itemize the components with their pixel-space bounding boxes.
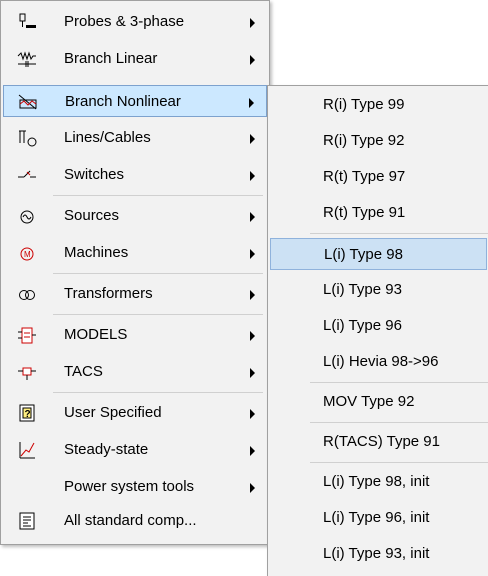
- menu-item-switches[interactable]: Switches: [3, 159, 267, 191]
- submenu-item-label: L(i) Type 96, init: [323, 509, 430, 526]
- submenu-arrow-icon: [250, 409, 255, 419]
- menu-item-transformers[interactable]: Transformers: [3, 278, 267, 310]
- lines-cables-icon: [19, 130, 37, 147]
- submenu-item-label: L(i) Type 98, init: [323, 473, 430, 490]
- steady-state-icon: [19, 442, 35, 459]
- submenu-item-ri-type-99[interactable]: R(i) Type 99: [270, 89, 487, 121]
- user-specified-icon: ?: [19, 404, 35, 422]
- submenu-item-label: L(i) Type 96: [323, 317, 402, 334]
- menu-item-lines-cables[interactable]: Lines/Cables: [3, 122, 267, 154]
- submenu-item-li-type-96-init[interactable]: L(i) Type 96, init: [270, 502, 487, 534]
- menu-item-label: Branch Linear: [64, 50, 158, 67]
- submenu-item-rtacs-type-91[interactable]: R(TACS) Type 91: [270, 426, 487, 458]
- menu-item-label: Probes & 3-phase: [64, 13, 185, 30]
- machine-icon: M: [20, 247, 34, 261]
- submenu-item-label: L(i) Type 98: [324, 246, 403, 263]
- menu-item-label: Lines/Cables: [64, 129, 151, 146]
- menu-item-power-system-tools[interactable]: Power system tools: [3, 471, 267, 503]
- branch-nonlinear-submenu: R(i) Type 99 R(i) Type 92 R(t) Type 97 R…: [267, 85, 488, 576]
- source-icon: [20, 210, 34, 224]
- menu-item-label: Branch Nonlinear: [65, 93, 181, 110]
- menu-separator: [310, 462, 488, 463]
- menu-separator: [53, 314, 263, 315]
- svg-text:M: M: [24, 250, 31, 259]
- all-components-icon: [19, 512, 35, 530]
- menu-item-machines[interactable]: M Machines: [3, 237, 267, 269]
- submenu-item-li-type-98[interactable]: L(i) Type 98: [270, 238, 487, 270]
- submenu-item-label: L(i) Type 93: [323, 281, 402, 298]
- menu-separator: [53, 273, 263, 274]
- submenu-arrow-icon: [250, 212, 255, 222]
- menu-item-sources[interactable]: Sources: [3, 200, 267, 232]
- menu-item-label: Transformers: [64, 285, 153, 302]
- transformer-icon: [19, 290, 35, 300]
- menu-separator: [310, 382, 488, 383]
- switch-icon: [18, 170, 36, 178]
- submenu-item-rt-type-91[interactable]: R(t) Type 91: [270, 197, 487, 229]
- submenu-arrow-icon: [250, 134, 255, 144]
- submenu-item-rt-type-97[interactable]: R(t) Type 97: [270, 161, 487, 193]
- svg-text:?: ?: [25, 409, 31, 420]
- menu-item-branch-nonlinear[interactable]: Branch Nonlinear: [3, 85, 267, 117]
- tacs-icon: [18, 367, 36, 380]
- menu-item-label: Power system tools: [64, 478, 195, 495]
- submenu-arrow-icon: [250, 331, 255, 341]
- menu-item-branch-linear[interactable]: Branch Linear: [3, 43, 267, 75]
- menu-item-user-specified[interactable]: ? User Specified: [3, 397, 267, 429]
- submenu-arrow-icon: [250, 446, 255, 456]
- submenu-item-li-type-96[interactable]: L(i) Type 96: [270, 310, 487, 342]
- submenu-arrow-icon: [250, 55, 255, 65]
- submenu-item-label: R(i) Type 92: [323, 132, 405, 149]
- menu-item-probes[interactable]: Probes & 3-phase: [3, 6, 267, 38]
- submenu-item-mov-type-92[interactable]: MOV Type 92: [270, 386, 487, 418]
- menu-item-label: Sources: [64, 207, 120, 224]
- branch-linear-icon: [17, 51, 36, 67]
- submenu-item-label: MOV Type 92: [323, 393, 415, 410]
- menu-item-steady-state[interactable]: Steady-state: [3, 434, 267, 466]
- submenu-item-li-type-98-init[interactable]: L(i) Type 98, init: [270, 466, 487, 498]
- menu-item-label: All standard comp...: [64, 512, 197, 529]
- menu-item-label: Steady-state: [64, 441, 149, 458]
- menu-item-label: TACS: [64, 363, 103, 380]
- submenu-arrow-icon: [250, 171, 255, 181]
- menu-item-models[interactable]: MODELS: [3, 319, 267, 351]
- probe-icon: [19, 13, 36, 28]
- menu-separator: [53, 392, 263, 393]
- main-menu: Probes & 3-phase Branch Linear Branch No…: [0, 0, 270, 545]
- submenu-item-label: R(i) Type 99: [323, 96, 405, 113]
- submenu-arrow-icon: [250, 368, 255, 378]
- menu-separator: [53, 195, 263, 196]
- submenu-item-label: L(i) Type 93, init: [323, 545, 430, 562]
- submenu-arrow-icon: [250, 249, 255, 259]
- submenu-item-label: R(TACS) Type 91: [323, 433, 440, 450]
- submenu-arrow-icon: [249, 98, 254, 108]
- submenu-arrow-icon: [250, 18, 255, 28]
- models-icon: [18, 327, 36, 344]
- submenu-arrow-icon: [250, 483, 255, 493]
- menu-item-label: Machines: [64, 244, 129, 261]
- menu-item-label: Switches: [64, 166, 125, 183]
- menu-item-label: MODELS: [64, 326, 128, 343]
- submenu-item-li-type-93[interactable]: L(i) Type 93: [270, 274, 487, 306]
- submenu-item-ri-type-92[interactable]: R(i) Type 92: [270, 125, 487, 157]
- menu-separator: [310, 422, 488, 423]
- submenu-item-li-type-93-init[interactable]: L(i) Type 93, init: [270, 538, 487, 570]
- branch-nonlinear-icon: [18, 94, 37, 110]
- submenu-item-li-hevia[interactable]: L(i) Hevia 98->96: [270, 346, 487, 378]
- submenu-item-label: L(i) Hevia 98->96: [323, 353, 439, 370]
- menu-separator: [310, 233, 488, 234]
- submenu-item-label: R(t) Type 97: [323, 168, 406, 185]
- menu-item-label: User Specified: [64, 404, 162, 421]
- submenu-arrow-icon: [250, 290, 255, 300]
- menu-item-tacs[interactable]: TACS: [3, 356, 267, 388]
- submenu-item-label: R(t) Type 91: [323, 204, 406, 221]
- menu-item-all-standard-components[interactable]: All standard comp...: [3, 505, 267, 537]
